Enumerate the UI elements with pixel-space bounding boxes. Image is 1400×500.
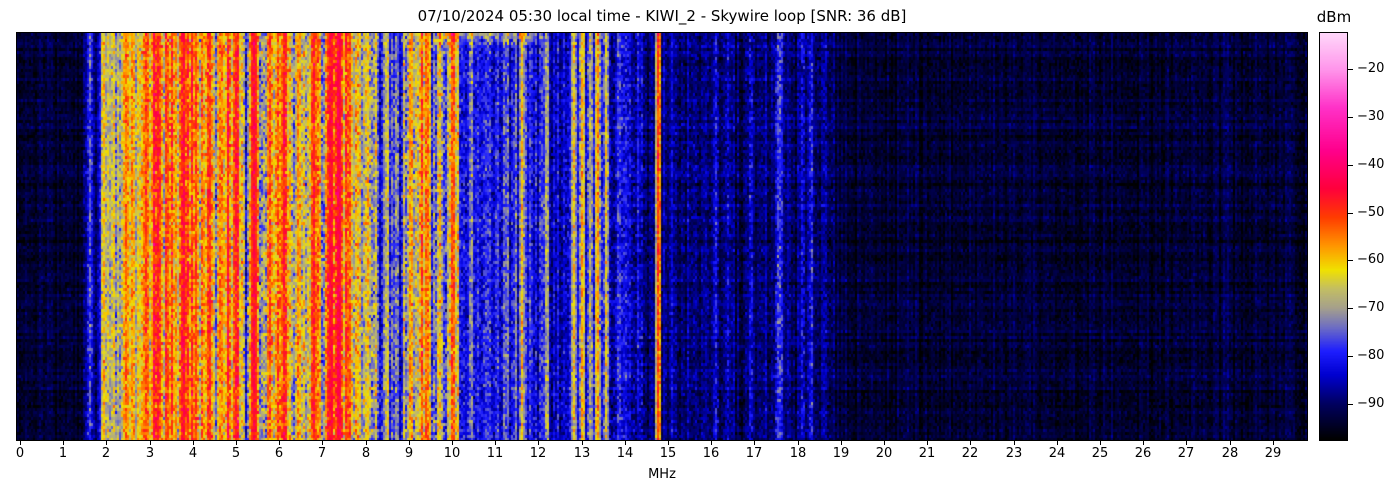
x-tick-label: 24 [1048, 446, 1066, 461]
x-tick-mark [754, 441, 755, 445]
x-tick-label: 10 [443, 446, 461, 461]
colorbar-tick-mark [1348, 308, 1353, 309]
x-tick-label: 29 [1264, 446, 1282, 461]
x-tick-mark [711, 441, 712, 445]
x-tick-label: 18 [789, 446, 807, 461]
x-tick-label: 6 [274, 446, 284, 461]
x-tick-label: 20 [875, 446, 893, 461]
chart-title: 07/10/2024 05:30 local time - KIWI_2 - S… [417, 7, 907, 25]
colorbar-tick-label: −50 [1357, 205, 1385, 220]
colorbar-tick-label: −80 [1357, 348, 1385, 363]
x-tick-mark [279, 441, 280, 445]
x-tick-mark [927, 441, 928, 445]
colorbar-frame [1319, 32, 1348, 441]
x-tick-mark [1143, 441, 1144, 445]
x-tick-label: 12 [529, 446, 547, 461]
colorbar-tick-mark [1348, 213, 1353, 214]
colorbar-tick-mark [1348, 117, 1353, 118]
colorbar-tick-label: −30 [1357, 109, 1385, 124]
x-tick-label: 2 [101, 446, 111, 461]
plot-frame [16, 32, 1308, 441]
colorbar-tick-mark [1348, 356, 1353, 357]
waterfall-heatmap [17, 33, 1307, 440]
x-tick-mark [1057, 441, 1058, 445]
x-tick-label: 21 [918, 446, 936, 461]
colorbar-tick-label: −90 [1357, 396, 1385, 411]
colorbar-tick-mark [1348, 260, 1353, 261]
x-tick-label: 26 [1134, 446, 1152, 461]
x-tick-mark [668, 441, 669, 445]
x-tick-label: 11 [486, 446, 504, 461]
x-tick-label: 28 [1221, 446, 1239, 461]
x-tick-label: 5 [231, 446, 241, 461]
x-tick-mark [63, 441, 64, 445]
x-tick-label: 23 [1005, 446, 1023, 461]
colorbar-tick-label: −60 [1357, 252, 1385, 267]
x-tick-mark [1230, 441, 1231, 445]
x-tick-label: 8 [361, 446, 371, 461]
x-tick-label: 15 [659, 446, 677, 461]
x-tick-mark [150, 441, 151, 445]
colorbar-tick-mark [1348, 404, 1353, 405]
x-tick-mark [625, 441, 626, 445]
x-tick-label: 27 [1177, 446, 1195, 461]
x-tick-mark [1273, 441, 1274, 445]
x-tick-label: 17 [745, 446, 763, 461]
x-tick-mark [1014, 441, 1015, 445]
x-tick-mark [582, 441, 583, 445]
colorbar-tick-mark [1348, 165, 1353, 166]
colorbar-tick-label: −20 [1357, 61, 1385, 76]
x-tick-mark [884, 441, 885, 445]
colorbar-unit-label: dBm [1316, 8, 1352, 26]
x-tick-label: 9 [404, 446, 414, 461]
x-tick-mark [452, 441, 453, 445]
x-tick-label: 25 [1091, 446, 1109, 461]
x-tick-mark [1186, 441, 1187, 445]
x-tick-label: 13 [573, 446, 591, 461]
x-tick-mark [538, 441, 539, 445]
x-tick-label: 4 [188, 446, 198, 461]
x-tick-label: 0 [15, 446, 25, 461]
x-tick-mark [366, 441, 367, 445]
x-tick-label: 19 [832, 446, 850, 461]
x-tick-label: 1 [58, 446, 68, 461]
x-tick-mark [106, 441, 107, 445]
x-tick-mark [193, 441, 194, 445]
x-tick-mark [236, 441, 237, 445]
x-tick-mark [322, 441, 323, 445]
x-tick-label: 14 [616, 446, 634, 461]
colorbar-tick-label: −40 [1357, 157, 1385, 172]
x-tick-mark [20, 441, 21, 445]
x-tick-mark [1100, 441, 1101, 445]
x-tick-label: 22 [961, 446, 979, 461]
x-tick-label: 7 [317, 446, 327, 461]
x-axis-unit-label: MHz [648, 467, 676, 482]
x-tick-mark [798, 441, 799, 445]
x-tick-label: 16 [702, 446, 720, 461]
colorbar-gradient [1320, 33, 1347, 440]
x-tick-mark [970, 441, 971, 445]
x-tick-mark [841, 441, 842, 445]
x-tick-label: 3 [145, 446, 155, 461]
colorbar-tick-mark [1348, 69, 1353, 70]
colorbar-tick-label: −70 [1357, 300, 1385, 315]
x-tick-mark [495, 441, 496, 445]
x-tick-mark [409, 441, 410, 445]
spectrogram-figure: 07/10/2024 05:30 local time - KIWI_2 - S… [0, 0, 1400, 500]
